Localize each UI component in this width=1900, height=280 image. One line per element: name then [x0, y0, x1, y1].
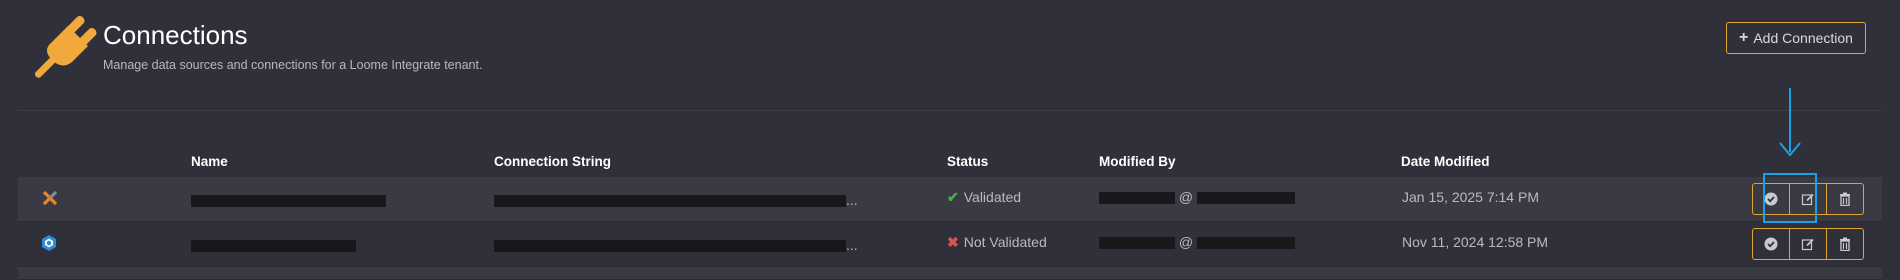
- redacted-value: [1099, 237, 1175, 250]
- page-title: Connections: [103, 20, 248, 50]
- table-row[interactable]: ... ✔ Validated @ Jan 15, 2025 7:14 PM: [18, 177, 1882, 222]
- status-text: Not Validated: [963, 234, 1047, 250]
- connection-string-cell: ...: [494, 192, 858, 208]
- down-arrow-annotation-icon: [1779, 88, 1801, 157]
- redacted-value: [494, 240, 846, 253]
- at-sign: @: [1178, 234, 1194, 250]
- edit-button[interactable]: [1789, 228, 1827, 260]
- divider: [18, 110, 1882, 111]
- hexagon-connector-icon: [42, 235, 56, 251]
- ellipsis: ...: [846, 237, 858, 253]
- status-cell: ✔ Validated: [947, 189, 1021, 206]
- trash-icon: [1840, 237, 1850, 251]
- at-sign: @: [1178, 189, 1194, 205]
- redacted-value: [1197, 192, 1295, 205]
- table-row[interactable]: [18, 267, 1882, 280]
- date-modified-cell: Jan 15, 2025 7:14 PM: [1402, 189, 1539, 205]
- trash-icon: [1840, 192, 1850, 206]
- check-circle-icon: [1764, 237, 1778, 251]
- column-header-status[interactable]: Status: [947, 154, 988, 169]
- validate-button[interactable]: [1752, 228, 1790, 260]
- edit-icon: [1801, 238, 1814, 251]
- column-header-modified-by[interactable]: Modified By: [1099, 154, 1176, 169]
- redacted-value: [1197, 237, 1295, 250]
- ellipsis: ...: [846, 192, 858, 208]
- add-connection-button[interactable]: + Add Connection: [1726, 22, 1866, 54]
- status-text: Validated: [963, 189, 1022, 205]
- page-subtitle: Manage data sources and connections for …: [103, 58, 483, 72]
- name-cell: [191, 237, 356, 253]
- modified-by-cell: @: [1099, 189, 1295, 205]
- column-header-name[interactable]: Name: [191, 154, 228, 169]
- add-connection-label: Add Connection: [1753, 30, 1853, 46]
- modified-by-cell: @: [1099, 234, 1295, 250]
- redacted-value: [494, 195, 846, 208]
- plus-icon: +: [1739, 29, 1749, 46]
- redacted-value: [1099, 192, 1175, 205]
- table-row[interactable]: ... ✖ Not Validated @ Nov 11, 2024 12:58 …: [18, 222, 1882, 267]
- name-cell: [191, 192, 386, 208]
- redacted-value: [191, 240, 356, 253]
- column-header-date-modified[interactable]: Date Modified: [1401, 154, 1490, 169]
- delete-button[interactable]: [1826, 183, 1864, 215]
- plug-icon: [34, 15, 97, 78]
- x-icon: ✖: [947, 234, 959, 250]
- row-actions: [1752, 228, 1864, 260]
- delete-button[interactable]: [1826, 228, 1864, 260]
- edit-button-highlight: [1763, 173, 1817, 223]
- date-modified-cell: Nov 11, 2024 12:58 PM: [1402, 234, 1549, 250]
- column-header-connection-string[interactable]: Connection String: [494, 154, 611, 169]
- x-shaped-connector-icon: [42, 190, 58, 206]
- check-icon: ✔: [947, 189, 959, 205]
- connection-string-cell: ...: [494, 237, 858, 253]
- status-cell: ✖ Not Validated: [947, 234, 1047, 251]
- table-header: Name Connection String Status Modified B…: [0, 154, 1900, 174]
- redacted-value: [191, 195, 386, 208]
